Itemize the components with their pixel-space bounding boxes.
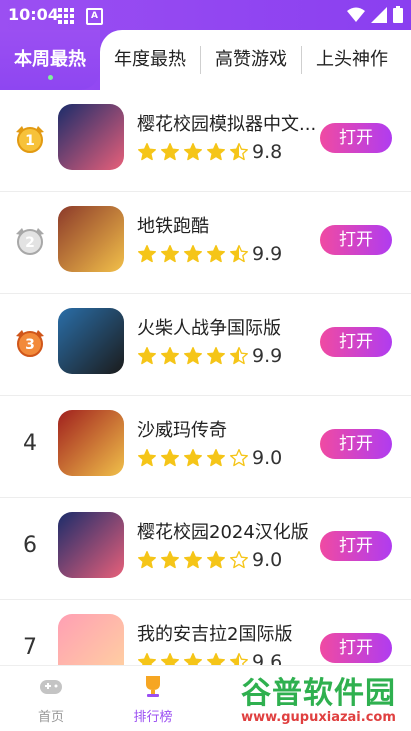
game-name[interactable]: 樱花校园模拟器中文... xyxy=(137,110,317,136)
star-full-icon xyxy=(161,245,179,263)
nav-ranking-label: 排行榜 xyxy=(133,710,173,725)
rating-score: 9.0 xyxy=(252,447,283,469)
game-icon[interactable] xyxy=(58,410,124,476)
rank-number: 7 xyxy=(23,635,37,660)
star-full-icon xyxy=(138,245,156,263)
trophy-icon xyxy=(146,676,160,697)
rating-stars xyxy=(137,346,249,366)
star-full-icon xyxy=(207,347,225,365)
star-full-icon xyxy=(207,449,225,467)
nav-ranking[interactable]: 排行榜 xyxy=(118,674,188,725)
status-bar: 10:04 A xyxy=(0,0,411,30)
tab-top-liked[interactable]: 高赞游戏 xyxy=(201,46,302,74)
list-item[interactable]: 3 火柴人战争国际版 9.9 打开 xyxy=(0,294,411,396)
svg-text:1: 1 xyxy=(25,133,35,149)
game-icon[interactable] xyxy=(58,206,124,272)
star-full-icon xyxy=(207,245,225,263)
gamepad-icon xyxy=(40,680,62,694)
star-full-icon xyxy=(138,449,156,467)
rating-stars xyxy=(137,448,249,468)
game-icon[interactable] xyxy=(58,104,124,170)
watermark-url: www.gupuxiazai.com xyxy=(241,710,396,725)
game-name[interactable]: 地铁跑酷 xyxy=(137,212,317,238)
open-button[interactable]: 打开 xyxy=(320,123,392,153)
tab-label: 本周最热 xyxy=(14,49,86,70)
rating-stars xyxy=(137,550,249,570)
rating-score: 9.8 xyxy=(252,141,283,163)
open-button[interactable]: 打开 xyxy=(320,429,392,459)
tab-weekly-hot[interactable]: 本周最热 xyxy=(0,30,100,90)
game-name[interactable]: 我的安吉拉2国际版 xyxy=(137,620,317,646)
star-empty-icon xyxy=(230,551,248,569)
star-full-icon xyxy=(184,143,202,161)
ranking-tabs: 本周最热 年度最热 高赞游戏 上头神作 xyxy=(0,30,411,90)
star-half-icon xyxy=(230,347,248,365)
star-full-icon xyxy=(138,551,156,569)
star-full-icon xyxy=(161,449,179,467)
svg-text:2: 2 xyxy=(25,235,35,251)
star-half-icon xyxy=(230,143,248,161)
star-full-icon xyxy=(184,551,202,569)
tab-strip: 年度最热 高赞游戏 上头神作 xyxy=(100,30,411,90)
grid-icon xyxy=(58,8,74,24)
game-ranking-list: 1 樱花校园模拟器中文... 9.8 打开 2 地铁跑酷 9.9 打开 3 火柴人战争国际版 9.9… xyxy=(0,90,411,702)
open-button[interactable]: 打开 xyxy=(320,633,392,663)
star-full-icon xyxy=(207,143,225,161)
game-name[interactable]: 火柴人战争国际版 xyxy=(137,314,317,340)
rating-score: 9.0 xyxy=(252,549,283,571)
star-full-icon xyxy=(161,347,179,365)
star-full-icon xyxy=(161,551,179,569)
star-full-icon xyxy=(184,449,202,467)
game-name[interactable]: 樱花校园2024汉化版 xyxy=(137,518,317,544)
game-name[interactable]: 沙威玛传奇 xyxy=(137,416,317,442)
list-item[interactable]: 6 樱花校园2024汉化版 9.0 打开 xyxy=(0,498,411,600)
silver-medal-icon: 2 xyxy=(16,228,44,255)
wifi-icon xyxy=(347,7,365,22)
active-tab-indicator xyxy=(48,75,53,80)
bronze-medal-icon: 3 xyxy=(16,330,44,357)
star-full-icon xyxy=(161,143,179,161)
rank-number: 4 xyxy=(23,431,37,456)
open-button[interactable]: 打开 xyxy=(320,327,392,357)
nav-home[interactable]: 首页 xyxy=(16,674,86,725)
watermark-logo: 谷普软件园 www.gupuxiazai.com xyxy=(226,666,411,730)
star-empty-icon xyxy=(230,449,248,467)
tab-addictive[interactable]: 上头神作 xyxy=(302,46,402,74)
game-icon[interactable] xyxy=(58,308,124,374)
open-button[interactable]: 打开 xyxy=(320,225,392,255)
svg-text:3: 3 xyxy=(25,337,35,353)
list-item[interactable]: 1 樱花校园模拟器中文... 9.8 打开 xyxy=(0,90,411,192)
star-full-icon xyxy=(207,551,225,569)
status-icons xyxy=(347,6,403,23)
nav-home-label: 首页 xyxy=(37,710,64,725)
star-half-icon xyxy=(230,245,248,263)
star-full-icon xyxy=(138,143,156,161)
star-full-icon xyxy=(138,347,156,365)
game-icon[interactable] xyxy=(58,512,124,578)
rating-stars xyxy=(137,142,249,162)
app-notification-icon: A xyxy=(86,8,103,25)
rating-score: 9.9 xyxy=(252,243,283,265)
list-item[interactable]: 4 沙威玛传奇 9.0 打开 xyxy=(0,396,411,498)
watermark-title: 谷普软件园 xyxy=(241,676,396,711)
list-item[interactable]: 2 地铁跑酷 9.9 打开 xyxy=(0,192,411,294)
rating-score: 9.9 xyxy=(252,345,283,367)
rank-number: 6 xyxy=(23,533,37,558)
rating-stars xyxy=(137,244,249,264)
open-button[interactable]: 打开 xyxy=(320,531,392,561)
star-full-icon xyxy=(184,347,202,365)
star-full-icon xyxy=(184,245,202,263)
signal-icon xyxy=(371,6,387,23)
tab-yearly-hot[interactable]: 年度最热 xyxy=(100,46,201,74)
battery-icon xyxy=(393,6,403,23)
status-time: 10:04 xyxy=(8,5,59,24)
gold-medal-icon: 1 xyxy=(16,126,44,153)
